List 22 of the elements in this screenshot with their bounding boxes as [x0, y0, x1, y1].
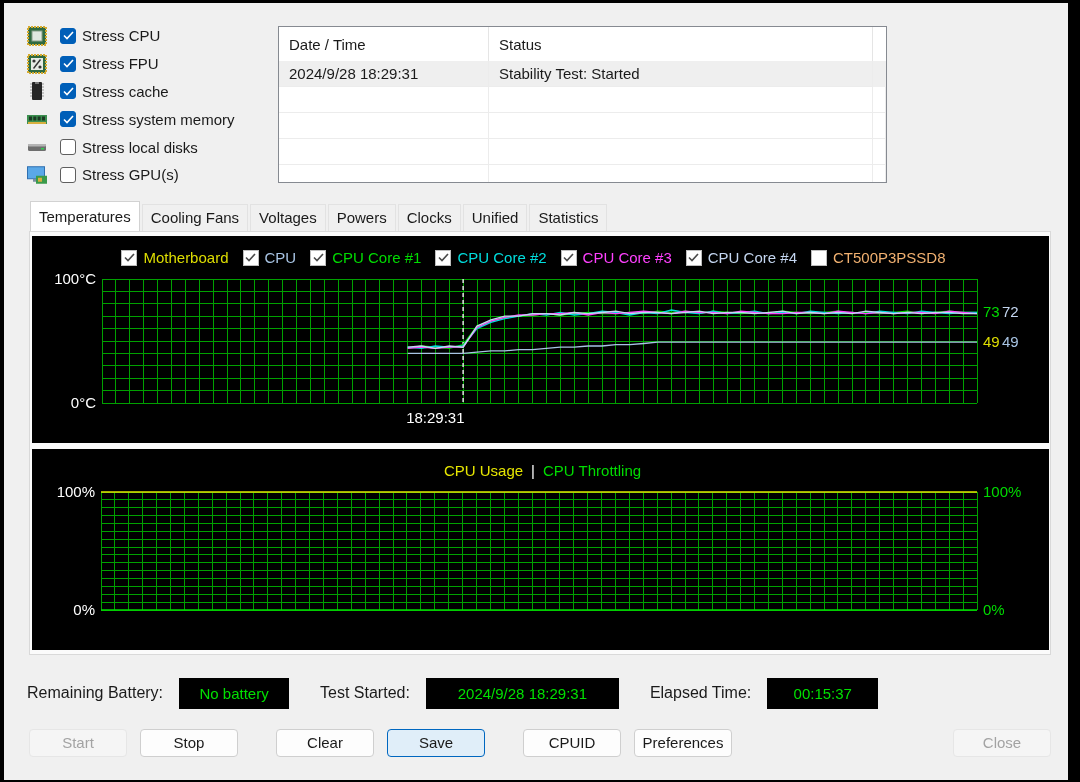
axis-label: 0%	[983, 600, 1005, 618]
legend-label: CPU Usage	[443, 462, 524, 480]
axis-label: 100°C	[54, 269, 96, 287]
axis-label: 100%	[56, 482, 95, 500]
sensor-reading: 73	[983, 303, 1000, 321]
readout-field: 2024/9/28 18:29:31	[425, 677, 619, 709]
field-label: Remaining Battery:	[27, 684, 164, 703]
field-label: Test Started:	[320, 684, 410, 703]
legend-separator: |	[531, 462, 535, 480]
axis-label: 0%	[73, 600, 95, 618]
axis-label: 100%	[983, 482, 1022, 500]
field-label: Elapsed Time:	[649, 684, 752, 703]
sensor-reading: 72	[1002, 303, 1019, 321]
sensor-reading: 49	[983, 333, 1000, 350]
readout-field: No battery	[179, 677, 290, 709]
sensor-reading: 49	[1002, 333, 1019, 350]
time-label: 18:29:31	[406, 408, 465, 426]
axis-label: 0°C	[70, 393, 96, 411]
legend-label: CPU Throttling	[543, 462, 642, 480]
table-cell: 2024/9/28 18:29:31	[279, 61, 489, 87]
readout-field: 00:15:37	[767, 677, 879, 709]
table-cell: Stability Test: Started	[489, 61, 873, 87]
